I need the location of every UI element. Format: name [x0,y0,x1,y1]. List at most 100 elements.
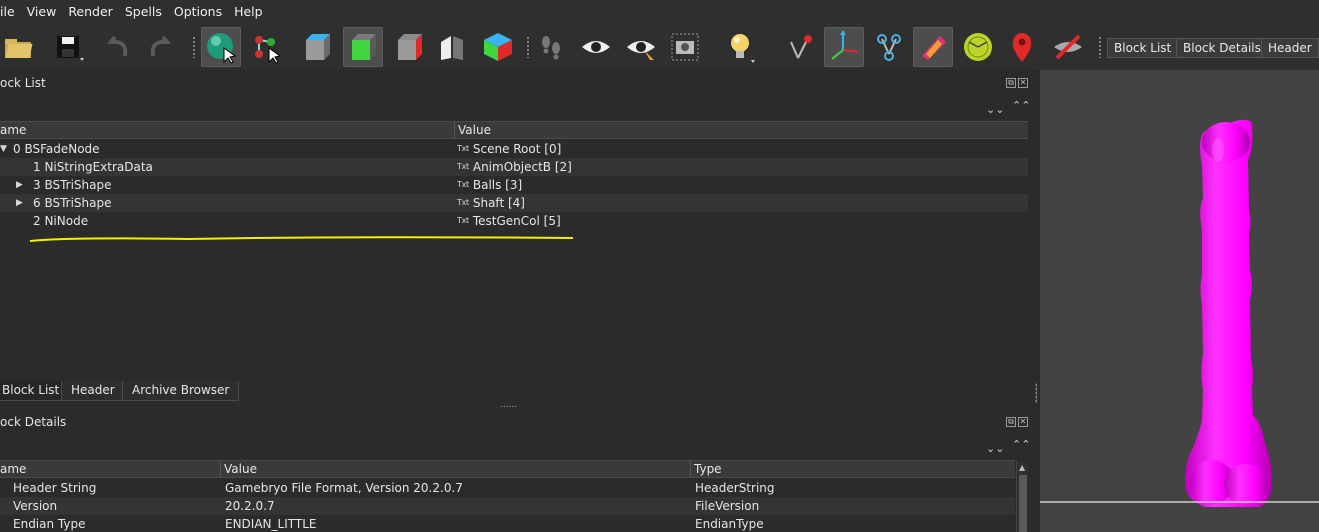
block-list-toggle-button[interactable]: Block List [1107,38,1179,58]
show-selected-icon[interactable] [621,27,661,67]
field-name: Version [13,499,58,513]
hide-icon[interactable] [1048,27,1088,67]
view-user-icon[interactable] [432,27,472,67]
menu-options[interactable]: Options [168,0,228,24]
text-type-icon: Txt [457,216,469,225]
tree-row-value: TestGenCol [5] [472,214,561,228]
view-top-icon[interactable] [297,27,337,67]
block-details-window-controls: ⧉ ✕ [1006,417,1028,427]
column-type-header[interactable]: Type [694,461,722,478]
float-icon[interactable]: ⧉ [1006,78,1016,88]
column-name-header[interactable]: ame [0,122,26,139]
tree-row[interactable]: ▼ 0 BSFadeNode Txt Scene Root [0] [0,140,1028,158]
field-name: Header String [13,481,97,495]
tree-row[interactable]: ▶ 3 BSTriShape Txt Balls [3] [0,176,1028,194]
header-toggle-button[interactable]: Header [1261,38,1319,58]
undo-icon[interactable] [98,27,138,67]
show-collision-icon[interactable] [869,27,909,67]
tab-header[interactable]: Header [61,381,125,401]
expand-arrow-icon[interactable]: ▶ [16,176,23,194]
splitter-handle[interactable]: ...... [500,400,517,410]
menu-render[interactable]: Render [62,0,119,24]
panel-tab-bar: Block List Header Archive Browser [0,381,1037,403]
menu-view[interactable]: View [21,0,63,24]
text-type-icon: Txt [457,144,469,153]
select-object-icon[interactable] [201,27,241,67]
view-perspective-icon[interactable] [478,27,518,67]
field-name: Endian Type [13,517,86,531]
tree-row-name: 1 NiStringExtraData [33,160,153,174]
walk-icon[interactable] [531,27,571,67]
tree-row-value: AnimObjectB [2] [472,160,572,174]
tab-block-list[interactable]: Block List [0,381,70,401]
redo-icon[interactable] [140,27,180,67]
block-list-window-controls: ⧉ ✕ [1006,78,1028,88]
tree-row[interactable]: ▶ 6 BSTriShape Txt Shaft [4] [0,194,1028,212]
text-type-icon: Txt [457,162,469,171]
table-row[interactable]: Endian Type ENDIAN_LITTLE EndianType [0,515,1015,532]
select-vertex-icon[interactable] [246,27,286,67]
show-markers-icon[interactable] [958,27,998,67]
show-axes-icon[interactable] [780,27,820,67]
render-viewport[interactable] [1040,70,1319,532]
tab-archive-browser[interactable]: Archive Browser [122,381,240,401]
toolbar-grip-3[interactable] [1098,36,1102,58]
scrollbar-thumb[interactable] [1019,475,1027,532]
text-type-icon: Txt [457,198,469,207]
view-front-icon[interactable] [343,27,383,67]
field-value[interactable]: ENDIAN_LITTLE [225,515,316,532]
tree-row-name: 3 BSTriShape [33,178,112,192]
expand-all-icon[interactable]: ⌃⌃ [1012,439,1030,451]
lighting-icon[interactable] [720,27,760,67]
close-icon[interactable]: ✕ [1018,78,1028,88]
expand-arrow-icon[interactable]: ▶ [16,194,23,212]
tree-row[interactable]: 2 NiNode Txt TestGenCol [5] [0,212,1028,230]
table-row[interactable]: Version 20.2.0.7 FileVersion [0,497,1015,515]
tree-row-value: Balls [3] [472,178,523,192]
close-icon[interactable]: ✕ [1018,417,1028,427]
scroll-up-icon[interactable]: ▲ [1019,463,1025,472]
table-row[interactable]: Header String Gamebryo File Format, Vers… [0,479,1015,497]
toolbar-grip-2[interactable] [526,36,530,58]
view-side-icon[interactable] [389,27,429,67]
highlight-underline [29,236,574,242]
text-type-icon: Txt [457,180,469,189]
screenshot-icon[interactable] [665,27,705,67]
menu-help[interactable]: Help [228,0,269,24]
menu-spells[interactable]: Spells [119,0,168,24]
tree-row-value: Scene Root [0] [472,142,562,156]
block-details-title: ock Details [0,415,67,429]
tree-row-name: 0 BSFadeNode [13,142,100,156]
show-furniture-icon[interactable] [1002,27,1042,67]
toolbar-grip[interactable] [192,36,196,58]
show-constraints-icon[interactable] [913,27,953,67]
float-icon[interactable]: ⧉ [1006,417,1016,427]
collapse-all-icon[interactable]: ⌄⌄ [986,104,1004,116]
block-details-toggle-button[interactable]: Block Details [1176,38,1268,58]
tree-row-name: 2 NiNode [33,214,89,228]
collapse-arrow-icon[interactable]: ▼ [0,140,7,158]
block-list-header: ame Value [0,121,1028,139]
save-icon[interactable] [48,27,88,67]
field-type: FileVersion [695,499,760,513]
menu-bar: ile View Render Spells Options Help [0,0,1319,24]
field-value[interactable]: 20.2.0.7 [225,497,275,515]
tree-row[interactable]: 1 NiStringExtraData Txt AnimObjectB [2] [0,158,1028,176]
menu-file[interactable]: ile [0,0,21,24]
show-hidden-icon[interactable] [576,27,616,67]
field-type: EndianType [695,517,764,531]
collapse-all-icon[interactable]: ⌄⌄ [986,443,1004,455]
rendered-model [1040,119,1319,507]
expand-all-icon[interactable]: ⌃⌃ [1012,100,1030,112]
toolbar: Block List Block Details Header [0,24,1319,70]
show-nodes-icon[interactable] [824,27,864,67]
column-name-header[interactable]: ame [0,461,26,478]
column-value-header[interactable]: Value [224,461,257,478]
details-scrollbar[interactable]: ▲ [1016,461,1028,532]
tree-row-value: Shaft [4] [472,196,525,210]
column-value-header[interactable]: Value [458,122,491,139]
field-type: HeaderString [695,481,775,495]
field-value[interactable]: Gamebryo File Format, Version 20.2.0.7 [225,479,463,497]
block-details-header: ame Value Type [0,460,1015,478]
load-icon[interactable] [0,27,40,67]
